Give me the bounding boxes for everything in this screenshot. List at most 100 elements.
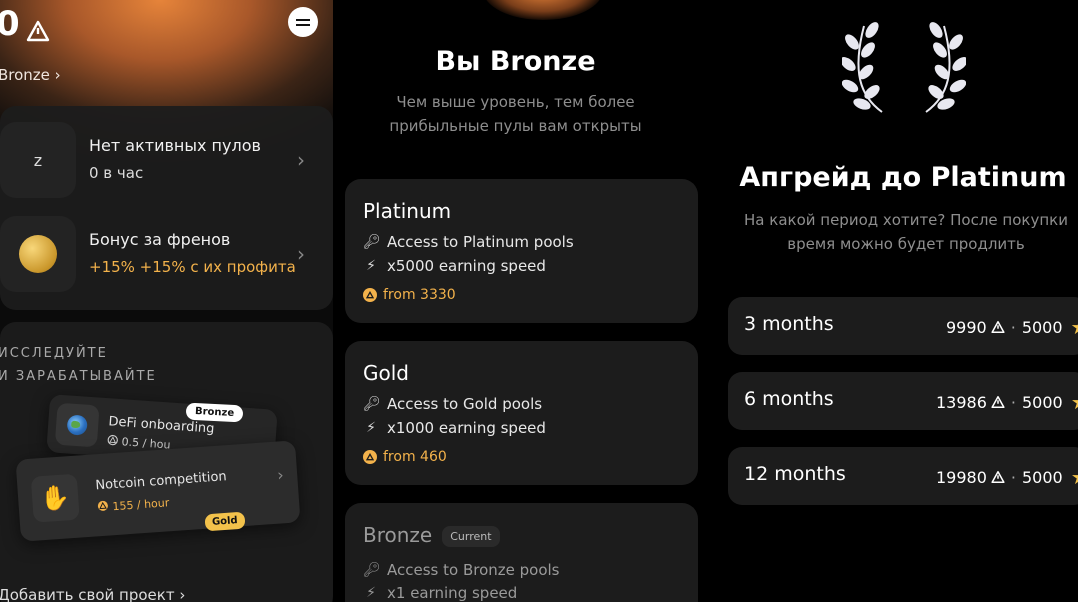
active-pools-title: Нет активных пулов	[89, 136, 261, 155]
warning-triangle-icon	[26, 12, 50, 42]
bolt-icon: ⚡︎	[366, 420, 376, 436]
star-icon: ★	[1071, 315, 1078, 339]
level-price-text: from 460	[383, 449, 447, 465]
plan-coins: 19980	[936, 467, 987, 487]
level-name: Platinum	[363, 199, 452, 223]
level-speed: ⚡︎ x1 earning speed	[363, 584, 517, 602]
plan-coins: 13986	[936, 392, 987, 412]
plan-price: 9990 · 5000 ★	[946, 315, 1078, 339]
key-icon: 🔑︎	[363, 562, 381, 578]
key-icon: 🔑︎	[363, 234, 381, 250]
level-access: 🔑︎ Access to Platinum pools	[363, 233, 574, 251]
level-speed-text: x5000 earning speed	[387, 257, 546, 275]
level-speed: ⚡︎ x1000 earning speed	[363, 419, 546, 437]
plan-duration: 3 months	[744, 313, 834, 335]
globe-icon	[54, 402, 100, 448]
warning-triangle-icon	[991, 470, 1005, 484]
current-badge: Current	[442, 526, 500, 547]
chevron-right-icon: ›	[297, 242, 305, 266]
add-project-link[interactable]: Добавить свой проект ›	[0, 586, 185, 602]
plan-stars: 5000	[1021, 317, 1063, 337]
coin-icon	[0, 216, 76, 292]
star-icon: ★	[1071, 465, 1078, 489]
header-glow	[483, 0, 603, 20]
levels-panel: Вы Bronze Чем выше уровень, тем более пр…	[333, 0, 698, 602]
platinum-level-card[interactable]: Platinum 🔑︎ Access to Platinum pools ⚡︎ …	[345, 179, 698, 323]
plan-3-months[interactable]: 3 months 9990 · 5000 ★	[728, 297, 1078, 355]
balance: 0	[0, 4, 50, 44]
current-level-title: Вы Bronze	[435, 46, 596, 77]
coin-icon	[363, 288, 377, 302]
level-access-text: Access to Gold pools	[387, 395, 543, 413]
chevron-right-icon: ›	[297, 148, 305, 172]
plan-separator: ·	[1010, 392, 1016, 412]
active-pools-row[interactable]: z Нет активных пулов 0 в час ›	[0, 106, 333, 198]
plan-duration: 6 months	[744, 388, 834, 410]
explore-heading: ИССЛЕДУЙТЕ И ЗАРАБАТЫВАЙТЕ	[0, 342, 157, 388]
laurel-right-icon	[925, 22, 966, 113]
laurel-left-icon	[842, 22, 883, 113]
waving-hand-icon: ✋	[30, 473, 80, 523]
key-icon: 🔑︎	[363, 396, 381, 412]
notcoin-title: Notcoin competition	[94, 469, 228, 494]
plan-12-months[interactable]: 12 months 19980 · 5000 ★	[728, 447, 1078, 505]
friends-bonus-title: Бонус за френов	[89, 230, 231, 249]
upgrade-subtitle-line2: время можно будет продлить	[787, 235, 1025, 253]
upgrade-subtitle-line1: На какой период хотите? После покупки	[744, 211, 1068, 229]
star-icon: ★	[1071, 390, 1078, 414]
bronze-badge: Bronze	[185, 402, 244, 423]
level-price: from 460	[363, 449, 447, 465]
plan-stars: 5000	[1022, 467, 1063, 487]
active-pools-rate: 0 в час	[89, 164, 144, 182]
friends-bonus-row[interactable]: Бонус за френов +15% +15% с их профита ›	[0, 200, 333, 292]
level-link[interactable]: Bronze ›	[0, 66, 61, 84]
level-name: Bronze Current	[363, 523, 500, 547]
pools-card: z Нет активных пулов 0 в час › Бонус за …	[0, 106, 333, 310]
plan-duration: 12 months	[744, 463, 846, 485]
coin-icon	[107, 434, 118, 446]
chevron-right-icon: ›	[276, 465, 285, 485]
level-speed: ⚡︎ x5000 earning speed	[363, 257, 546, 275]
upgrade-title: Апгрейд до Platinum	[739, 162, 1067, 193]
balance-value: 0	[0, 4, 20, 44]
bolt-icon: ⚡︎	[366, 258, 376, 274]
level-access-text: Access to Platinum pools	[387, 233, 574, 251]
level-name-text: Bronze	[363, 523, 433, 547]
levels-subtitle-line2: прибыльные пулы вам открыты	[389, 117, 642, 135]
upgrade-subtitle: На какой период хотите? После покупки вр…	[726, 208, 1078, 256]
level-name: Gold	[363, 361, 409, 385]
level-price-text: from 3330	[383, 287, 456, 303]
home-panel: 0 Bronze › z Нет активных пулов 0 в час …	[0, 0, 333, 602]
level-access: 🔑︎ Access to Gold pools	[363, 395, 542, 413]
plan-price: 13986 · 5000 ★	[936, 390, 1078, 414]
pool-icon: z	[0, 122, 76, 198]
warning-triangle-icon	[991, 395, 1005, 409]
plan-stars: 5000	[1022, 392, 1063, 412]
level-speed-text: x1 earning speed	[387, 584, 518, 602]
plan-separator: ·	[1010, 317, 1016, 337]
upgrade-panel: Апгрейд до Platinum На какой период хоти…	[698, 0, 1078, 602]
level-price: from 3330	[363, 287, 456, 303]
plan-coins: 9990	[946, 317, 987, 337]
plan-separator: ·	[1010, 467, 1016, 487]
menu-icon	[296, 18, 310, 21]
level-access-text: Access to Bronze pools	[387, 561, 560, 579]
coin-icon	[97, 500, 108, 511]
warning-triangle-icon	[991, 320, 1005, 334]
menu-button[interactable]	[288, 7, 318, 37]
level-access: 🔑︎ Access to Bronze pools	[363, 561, 560, 579]
bolt-icon: ⚡︎	[366, 585, 376, 601]
bronze-level-card[interactable]: Bronze Current 🔑︎ Access to Bronze pools …	[345, 503, 698, 602]
friends-bonus-subtitle: +15% +15% с их профита	[89, 258, 296, 276]
levels-subtitle-line1: Чем выше уровень, тем более	[396, 93, 635, 111]
gold-level-card[interactable]: Gold 🔑︎ Access to Gold pools ⚡︎ x1000 ea…	[345, 341, 698, 485]
explore-heading-line2: И ЗАРАБАТЫВАЙТЕ	[0, 369, 157, 384]
levels-subtitle: Чем выше уровень, тем более прибыльные п…	[333, 90, 698, 138]
explore-heading-line1: ИССЛЕДУЙТЕ	[0, 346, 108, 361]
level-speed-text: x1000 earning speed	[387, 419, 546, 437]
notcoin-rate: 155 / hour	[96, 495, 170, 514]
coin-icon	[363, 450, 377, 464]
gold-badge: Gold	[204, 511, 246, 532]
plan-6-months[interactable]: 6 months 13986 · 5000 ★	[728, 372, 1078, 430]
plan-price: 19980 · 5000 ★	[936, 465, 1078, 489]
